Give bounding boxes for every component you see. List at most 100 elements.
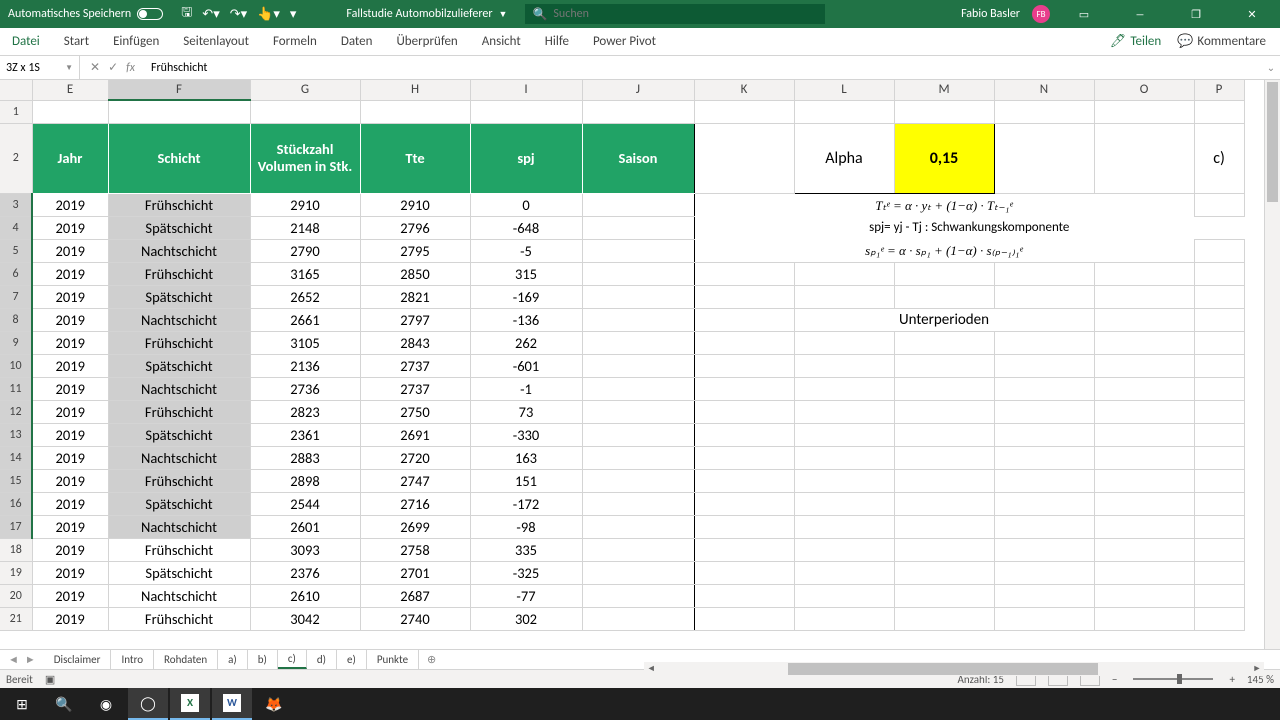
cell[interactable] (582, 331, 694, 354)
cell[interactable] (1094, 492, 1194, 515)
cell[interactable]: 2361 (250, 423, 360, 446)
cell[interactable]: 2019 (32, 561, 108, 584)
header-jahr[interactable]: Jahr (32, 123, 108, 193)
search-input[interactable] (553, 7, 690, 21)
cell[interactable] (1194, 100, 1244, 123)
cell[interactable] (1094, 262, 1194, 285)
cell[interactable] (32, 100, 108, 123)
cell[interactable] (894, 331, 994, 354)
cell[interactable] (994, 584, 1094, 607)
cell[interactable] (582, 446, 694, 469)
cell[interactable]: Spätschicht (108, 285, 250, 308)
row-header-12[interactable]: 12 (0, 400, 32, 423)
confirm-formula-icon[interactable]: ✓ (108, 60, 118, 75)
cell[interactable]: Frühschicht (108, 400, 250, 423)
cell[interactable] (1094, 308, 1194, 331)
cell[interactable] (582, 193, 694, 216)
taskbar-search-icon[interactable]: 🔍 (44, 688, 84, 720)
scrollbar-thumb[interactable] (788, 663, 1098, 675)
cell[interactable]: -601 (470, 354, 582, 377)
cell[interactable] (994, 100, 1094, 123)
cell[interactable]: 2750 (360, 400, 470, 423)
cell[interactable]: 73 (470, 400, 582, 423)
undo-icon[interactable]: ↶▾ (202, 7, 219, 22)
cell[interactable]: 2691 (360, 423, 470, 446)
tab-einfuegen[interactable]: Einfügen (101, 28, 171, 55)
col-header-I[interactable]: I (470, 80, 582, 100)
cell[interactable] (894, 400, 994, 423)
cell[interactable] (582, 308, 694, 331)
cell[interactable] (582, 100, 694, 123)
cell[interactable]: Spätschicht (108, 216, 250, 239)
minimize-icon[interactable]: ― (1118, 0, 1162, 28)
tab-formeln[interactable]: Formeln (261, 28, 329, 55)
cell[interactable] (582, 400, 694, 423)
cell[interactable] (894, 607, 994, 630)
col-header-J[interactable]: J (582, 80, 694, 100)
cell[interactable] (1094, 515, 1194, 538)
cell[interactable]: 2148 (250, 216, 360, 239)
qat-customize-icon[interactable]: ▾ (290, 7, 297, 22)
cell[interactable] (1194, 446, 1244, 469)
cell[interactable] (1094, 100, 1194, 123)
cell[interactable] (994, 354, 1094, 377)
cell[interactable] (108, 100, 250, 123)
taskbar-excel[interactable]: X (170, 688, 210, 720)
cell[interactable] (582, 492, 694, 515)
cell[interactable]: Frühschicht (108, 331, 250, 354)
cell[interactable]: 2737 (360, 377, 470, 400)
cell[interactable]: 2716 (360, 492, 470, 515)
cell[interactable] (694, 262, 794, 285)
cancel-formula-icon[interactable]: ✕ (90, 60, 100, 75)
row-header-3[interactable]: 3 (0, 193, 32, 216)
cell[interactable]: 2795 (360, 239, 470, 262)
cell[interactable] (994, 492, 1094, 515)
autosave-toggle[interactable]: Automatisches Speichern (0, 7, 171, 21)
cell[interactable]: -169 (470, 285, 582, 308)
cell[interactable] (994, 262, 1094, 285)
taskbar-app[interactable]: ◉ (86, 688, 126, 720)
tab-ueberpruefen[interactable]: Überprüfen (384, 28, 469, 55)
cell[interactable] (1194, 400, 1244, 423)
cell[interactable]: -5 (470, 239, 582, 262)
ribbon-display-icon[interactable]: ▭ (1062, 0, 1106, 28)
row-header-5[interactable]: 5 (0, 239, 32, 262)
cell[interactable]: -1 (470, 377, 582, 400)
cell[interactable]: -648 (470, 216, 582, 239)
cell[interactable]: 2019 (32, 377, 108, 400)
sheet-tab-b[interactable]: b) (248, 650, 278, 669)
cell[interactable] (694, 538, 794, 561)
cell[interactable] (582, 423, 694, 446)
cell[interactable]: 2823 (250, 400, 360, 423)
cell[interactable] (1094, 584, 1194, 607)
zoom-slider[interactable] (1133, 678, 1213, 680)
sheet-tab-e[interactable]: e) (337, 650, 367, 669)
cell[interactable] (1194, 423, 1244, 446)
user-name-label[interactable]: Fabio Basler (961, 7, 1020, 21)
tab-seitenlayout[interactable]: Seitenlayout (171, 28, 261, 55)
cell[interactable]: 2720 (360, 446, 470, 469)
cell[interactable]: 335 (470, 538, 582, 561)
col-header-E[interactable]: E (32, 80, 108, 100)
cell[interactable] (1094, 400, 1194, 423)
vertical-scrollbar[interactable] (1264, 80, 1280, 649)
cell[interactable] (1094, 607, 1194, 630)
cell[interactable] (894, 285, 994, 308)
cell[interactable] (1094, 123, 1194, 193)
cell[interactable]: 2910 (360, 193, 470, 216)
select-all-corner[interactable] (0, 80, 32, 100)
cell[interactable] (582, 262, 694, 285)
cell[interactable] (582, 607, 694, 630)
cell[interactable] (582, 515, 694, 538)
cell[interactable] (1094, 331, 1194, 354)
cell[interactable] (794, 538, 894, 561)
col-header-N[interactable]: N (994, 80, 1094, 100)
cell[interactable]: 3042 (250, 607, 360, 630)
cell[interactable] (582, 285, 694, 308)
row-header-18[interactable]: 18 (0, 538, 32, 561)
cell[interactable]: Spätschicht (108, 423, 250, 446)
header-stueckzahl[interactable]: Stückzahl Volumen in Stk. (250, 123, 360, 193)
cell[interactable]: 2610 (250, 584, 360, 607)
cell[interactable] (1194, 469, 1244, 492)
row-header-14[interactable]: 14 (0, 446, 32, 469)
